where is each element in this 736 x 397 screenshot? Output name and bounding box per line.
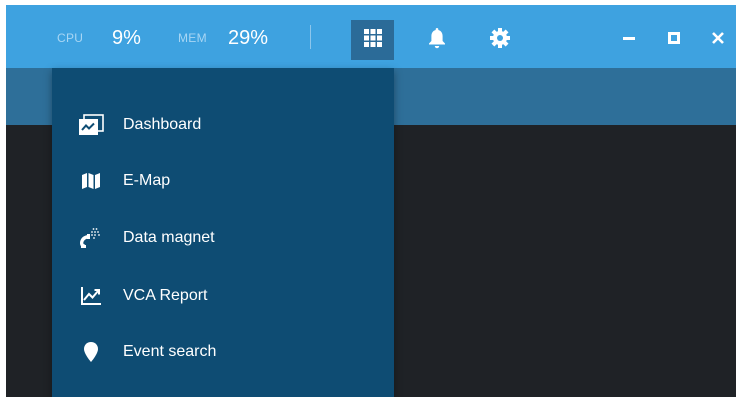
- dashboard-icon: [78, 113, 104, 137]
- notifications-button[interactable]: [422, 24, 452, 56]
- menu-item-data-magnet[interactable]: Data magnet: [52, 216, 394, 260]
- mem-label: MEM: [178, 31, 207, 45]
- chart-icon: [78, 284, 104, 308]
- minimize-button[interactable]: [617, 28, 641, 52]
- menu-item-label: VCA Report: [123, 287, 208, 304]
- map-icon: [78, 169, 104, 193]
- apps-menu: Dashboard E-Map Data magnet VCA Report E…: [52, 68, 394, 397]
- apps-grid-button[interactable]: [351, 20, 394, 60]
- toolbar-divider: [310, 25, 311, 49]
- cpu-label: CPU: [57, 31, 84, 45]
- maximize-icon: [668, 31, 680, 49]
- close-icon: [712, 31, 724, 49]
- minimize-icon: [623, 31, 635, 49]
- menu-item-label: Event search: [123, 343, 217, 360]
- apps-grid-icon: [363, 28, 382, 52]
- mem-value: 29%: [228, 26, 269, 49]
- gear-icon: [489, 27, 511, 54]
- bell-icon: [428, 27, 446, 54]
- magnet-icon: [78, 226, 104, 250]
- settings-button[interactable]: [485, 24, 515, 56]
- menu-item-vca-report[interactable]: VCA Report: [52, 274, 394, 318]
- close-button[interactable]: [706, 28, 730, 52]
- mem-stat: MEM: [178, 25, 207, 51]
- menu-item-label: Dashboard: [123, 116, 202, 133]
- menu-item-emap[interactable]: E-Map: [52, 159, 394, 203]
- menu-item-dashboard[interactable]: Dashboard: [52, 103, 394, 147]
- menu-item-label: Data magnet: [123, 229, 215, 246]
- cpu-value: 9%: [112, 26, 141, 49]
- cpu-value-wrap: 9%: [112, 25, 141, 51]
- cpu-stat: CPU: [57, 25, 83, 51]
- menu-item-label: E-Map: [123, 172, 171, 189]
- maximize-button[interactable]: [662, 28, 686, 52]
- menu-item-event-search[interactable]: Event search: [52, 330, 394, 374]
- mem-value-wrap: 29%: [228, 25, 268, 51]
- location-pin-icon: [78, 340, 104, 364]
